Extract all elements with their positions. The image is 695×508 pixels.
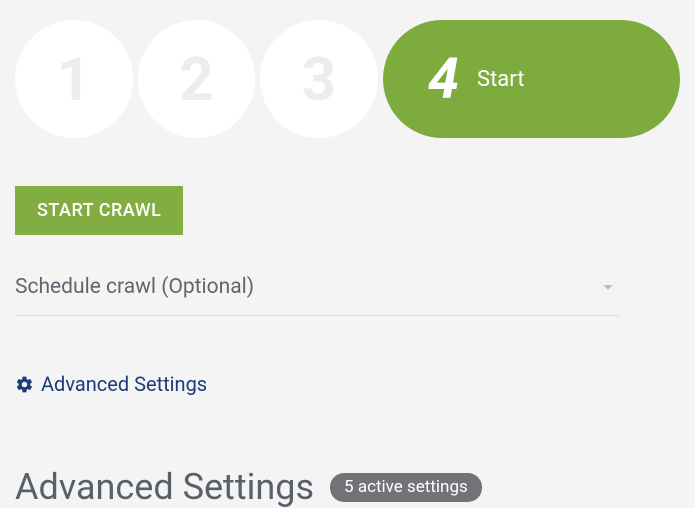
stepper: 1 2 3 4 Start <box>15 20 680 138</box>
schedule-crawl-toggle[interactable]: Schedule crawl (Optional) <box>15 275 619 316</box>
advanced-settings-link-label: Advanced Settings <box>41 372 207 396</box>
step-4-label: Start <box>477 67 524 92</box>
step-4-number: 4 <box>428 46 459 112</box>
step-3[interactable]: 3 <box>260 20 378 138</box>
step-2[interactable]: 2 <box>138 20 256 138</box>
step-4-active[interactable]: 4 Start <box>383 20 680 138</box>
step-1[interactable]: 1 <box>15 20 133 138</box>
chevron-down-icon <box>597 276 619 298</box>
schedule-crawl-label: Schedule crawl (Optional) <box>15 275 254 299</box>
gear-icon <box>15 375 34 394</box>
start-crawl-button[interactable]: START CRAWL <box>15 186 183 235</box>
advanced-settings-link[interactable]: Advanced Settings <box>15 372 207 396</box>
active-settings-badge: 5 active settings <box>330 473 482 502</box>
